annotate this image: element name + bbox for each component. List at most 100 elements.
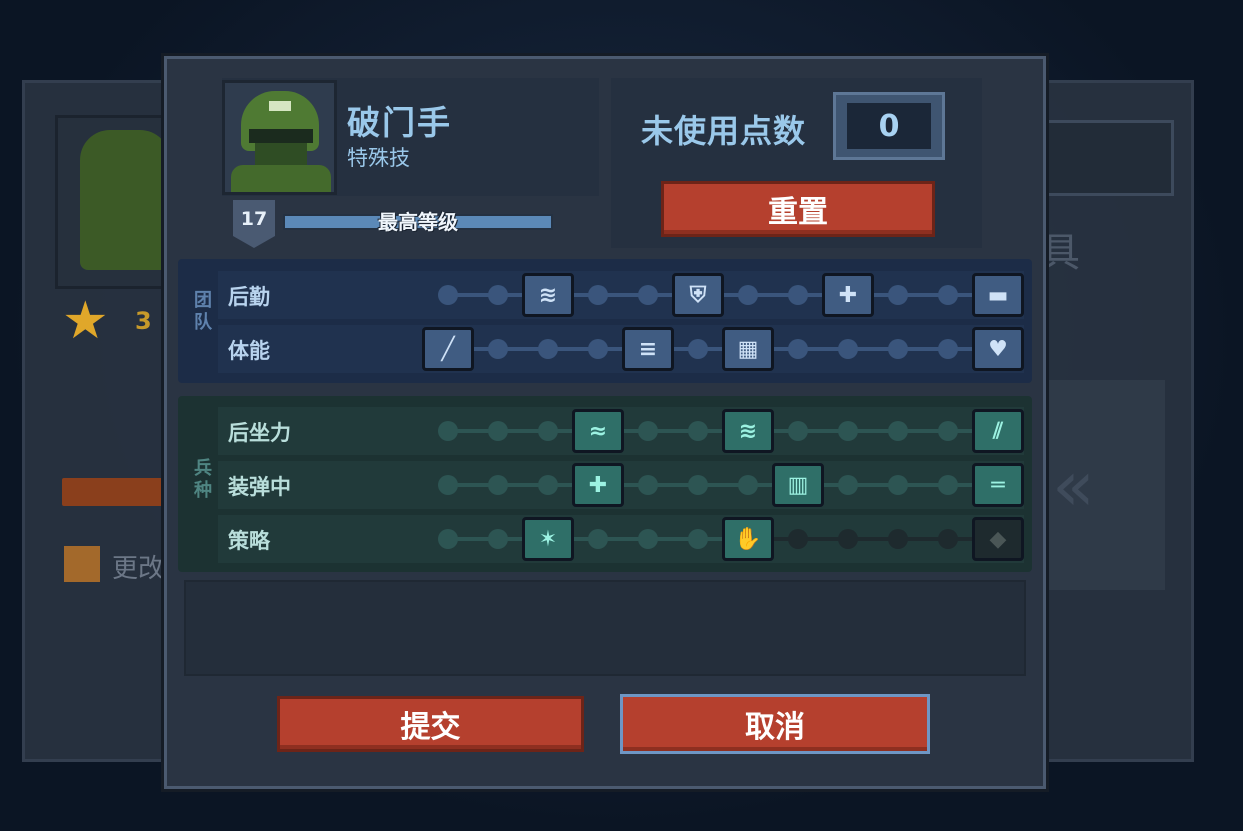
skill-point-dot[interactable] [888, 285, 908, 305]
skill-track: ✚ ▥ ═ [438, 463, 1024, 507]
skill-point-dot[interactable] [588, 285, 608, 305]
medkit-icon[interactable]: ✚ [822, 273, 874, 317]
sprint-icon[interactable]: ≡ [622, 327, 674, 371]
body-armor [231, 165, 331, 192]
skill-row-label: 策略 [228, 529, 270, 553]
cancel-button[interactable]: 取消 [620, 694, 930, 754]
skill-point-dot[interactable] [838, 529, 858, 549]
skill-point-dot[interactable] [638, 529, 658, 549]
crate-icon[interactable]: ▬ [972, 273, 1024, 317]
rifle-icon[interactable]: ═ [972, 463, 1024, 507]
skill-point-dot[interactable] [938, 421, 958, 441]
skill-point-dot[interactable] [838, 339, 858, 359]
breach-icon[interactable]: ✶ [522, 517, 574, 561]
unused-points-label: 未使用点数 [641, 112, 807, 150]
star-icon: ★ [62, 291, 109, 351]
skill-point-dot[interactable] [488, 529, 508, 549]
skill-point-dot[interactable] [788, 339, 808, 359]
skill-point-dot[interactable] [938, 339, 958, 359]
skill-point-dot[interactable] [938, 529, 958, 549]
skill-point-dot[interactable] [888, 475, 908, 495]
skill-row-logistics: 后勤 ≋ ⛨ ✚ ▬ [218, 271, 1024, 319]
skill-track: ✶ ✋ ◆ [438, 517, 1024, 561]
submit-button[interactable]: 提交 [277, 696, 584, 752]
skill-point-dot[interactable] [638, 475, 658, 495]
skill-point-dot[interactable] [738, 285, 758, 305]
shotgun-icon [62, 478, 167, 506]
muzzle-icon[interactable]: ≋ [722, 409, 774, 453]
ammo-plus-icon[interactable]: ✚ [572, 463, 624, 507]
background-change-label: 更改 [112, 554, 165, 584]
skill-point-dot[interactable] [838, 421, 858, 441]
skill-point-dot[interactable] [488, 475, 508, 495]
skill-point-dot[interactable] [588, 339, 608, 359]
skill-point-dot[interactable] [438, 475, 458, 495]
unused-points-value: 0 [847, 103, 931, 149]
skill-point-dot[interactable] [888, 529, 908, 549]
skill-point-dot[interactable] [888, 421, 908, 441]
level-bar-text: 最高等级 [378, 210, 458, 234]
skill-point-dot[interactable] [688, 421, 708, 441]
skill-point-dot[interactable] [438, 529, 458, 549]
team-group-label: 团队 [191, 290, 212, 334]
claw-icon[interactable]: ⫽ [972, 409, 1024, 453]
heart-icon[interactable]: ♥ [972, 327, 1024, 371]
skill-track: ╱ ≡ ▦ ♥ [422, 327, 1024, 371]
armor-icon[interactable]: ▦ [722, 327, 774, 371]
goggles [249, 129, 313, 143]
skill-point-dot[interactable] [938, 285, 958, 305]
skill-point-dot[interactable] [488, 421, 508, 441]
glove-icon[interactable]: ✋ [722, 517, 774, 561]
background-star-count: 3 [135, 307, 152, 335]
background-soldier-image [80, 130, 170, 270]
soldier-portrait [222, 80, 337, 195]
class-group-label: 兵种 [191, 458, 212, 502]
skill-point-dot[interactable] [438, 421, 458, 441]
skill-point-dot[interactable] [488, 285, 508, 305]
skill-row-tactics: 策略 ✶ ✋ ◆ [218, 515, 1024, 563]
helmet-light [269, 101, 291, 111]
level-number: 17 [240, 208, 268, 230]
background-right-label: 具 [1040, 230, 1080, 276]
change-weapon-icon [64, 546, 100, 582]
background-right-box [1040, 120, 1174, 196]
skill-point-dot[interactable] [638, 421, 658, 441]
reset-button[interactable]: 重置 [661, 181, 935, 237]
magazine-icon[interactable]: ▥ [772, 463, 824, 507]
grip-icon[interactable]: ≈ [572, 409, 624, 453]
skill-point-dot[interactable] [538, 475, 558, 495]
skill-row-fitness: 体能 ╱ ≡ ▦ ♥ [218, 325, 1024, 373]
skill-row-recoil: 后坐力 ≈ ≋ ⫽ [218, 407, 1024, 455]
class-subtitle: 特殊技 [347, 146, 410, 170]
skill-point-dot[interactable] [788, 529, 808, 549]
skill-point-dot[interactable] [538, 421, 558, 441]
skill-point-dot[interactable] [638, 285, 658, 305]
skill-point-dot[interactable] [938, 475, 958, 495]
skill-point-dot[interactable] [788, 285, 808, 305]
skill-point-dot[interactable] [688, 339, 708, 359]
skill-description-area [184, 580, 1026, 676]
skill-row-label: 装弹中 [228, 475, 291, 499]
skill-point-dot[interactable] [888, 339, 908, 359]
skill-point-dot[interactable] [688, 529, 708, 549]
skill-point-dot[interactable] [788, 421, 808, 441]
skill-track: ≈ ≋ ⫽ [438, 409, 1024, 453]
skill-point-dot[interactable] [688, 475, 708, 495]
skill-track: ≋ ⛨ ✚ ▬ [438, 273, 1024, 317]
shield-icon[interactable]: ◆ [972, 517, 1024, 561]
class-name: 破门手 [347, 103, 452, 142]
skill-point-dot[interactable] [838, 475, 858, 495]
knife-icon[interactable]: ╱ [422, 327, 474, 371]
skill-point-dot[interactable] [488, 339, 508, 359]
supply-icon[interactable]: ≋ [522, 273, 574, 317]
unused-points-box: 0 [833, 92, 945, 160]
skill-row-label: 后勤 [228, 285, 270, 309]
skill-row-label: 体能 [228, 339, 270, 363]
skill-point-dot[interactable] [738, 475, 758, 495]
chevron-left-icon: « [1052, 445, 1095, 527]
skill-point-dot[interactable] [438, 285, 458, 305]
shield-plus-icon[interactable]: ⛨ [672, 273, 724, 317]
skill-point-dot[interactable] [538, 339, 558, 359]
skill-point-dot[interactable] [588, 529, 608, 549]
skill-row-label: 后坐力 [228, 421, 291, 445]
